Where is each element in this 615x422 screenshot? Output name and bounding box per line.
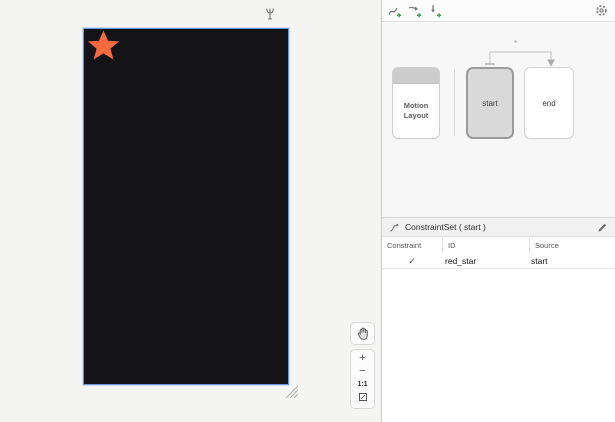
overview-separator	[454, 69, 455, 136]
device-preview[interactable]	[83, 28, 289, 385]
motion-overview: * Motion Layout start end	[382, 23, 615, 217]
motion-settings-button[interactable]	[594, 3, 609, 18]
resize-handle[interactable]	[283, 384, 299, 399]
design-surface: + − 1:1	[0, 0, 381, 422]
add-gesture-icon	[408, 4, 422, 18]
constraint-checkmark: ✓	[382, 253, 442, 268]
add-gesture-button[interactable]	[407, 3, 422, 18]
motion-layout-node-label: Motion Layout	[393, 84, 439, 138]
constraintset-header: ConstraintSet ( start )	[382, 217, 615, 237]
zoom-to-fit-button[interactable]	[351, 392, 374, 405]
add-keyframe-button[interactable]	[427, 3, 442, 18]
transition-start-to-end[interactable]	[466, 33, 576, 71]
fit-icon	[358, 392, 368, 402]
constraintset-title: ConstraintSet ( start )	[405, 222, 486, 232]
column-source: Source	[529, 238, 615, 253]
motion-editor-panel: * Motion Layout start end ConstraintSet …	[382, 0, 615, 422]
add-keyframe-icon	[428, 4, 442, 18]
constraintset-table: Constraint ID Source ✓ red_star start	[382, 238, 615, 269]
zoom-actual-size-button[interactable]: 1:1	[351, 379, 374, 390]
pan-tool-button[interactable]	[350, 322, 375, 345]
constraint-id: red_star	[442, 253, 529, 268]
red-star-view[interactable]	[88, 30, 119, 60]
motion-layout-node-header	[393, 68, 439, 84]
column-id: ID	[442, 238, 529, 253]
pencil-icon	[597, 222, 608, 233]
gear-icon	[595, 4, 608, 17]
transition-marker: *	[514, 39, 517, 48]
zoom-controls: + − 1:1	[350, 349, 375, 409]
column-constraint: Constraint	[382, 238, 442, 253]
add-transition-button[interactable]	[387, 3, 402, 18]
zoom-out-button[interactable]: −	[351, 366, 374, 377]
state-end[interactable]: end	[524, 67, 574, 139]
constraint-source: start	[529, 253, 615, 268]
constraintset-icon	[389, 222, 400, 233]
hand-icon	[357, 327, 369, 340]
zoom-in-button[interactable]: +	[351, 353, 374, 364]
table-header-row: Constraint ID Source	[382, 238, 615, 253]
motion-editor-toolbar	[382, 0, 615, 22]
edit-constraintset-button[interactable]	[596, 221, 608, 233]
motion-layout-node[interactable]: Motion Layout	[392, 67, 440, 139]
table-row[interactable]: ✓ red_star start	[382, 253, 615, 269]
key-icon[interactable]	[264, 6, 276, 21]
add-transition-icon	[388, 4, 402, 18]
state-start[interactable]: start	[466, 67, 514, 139]
